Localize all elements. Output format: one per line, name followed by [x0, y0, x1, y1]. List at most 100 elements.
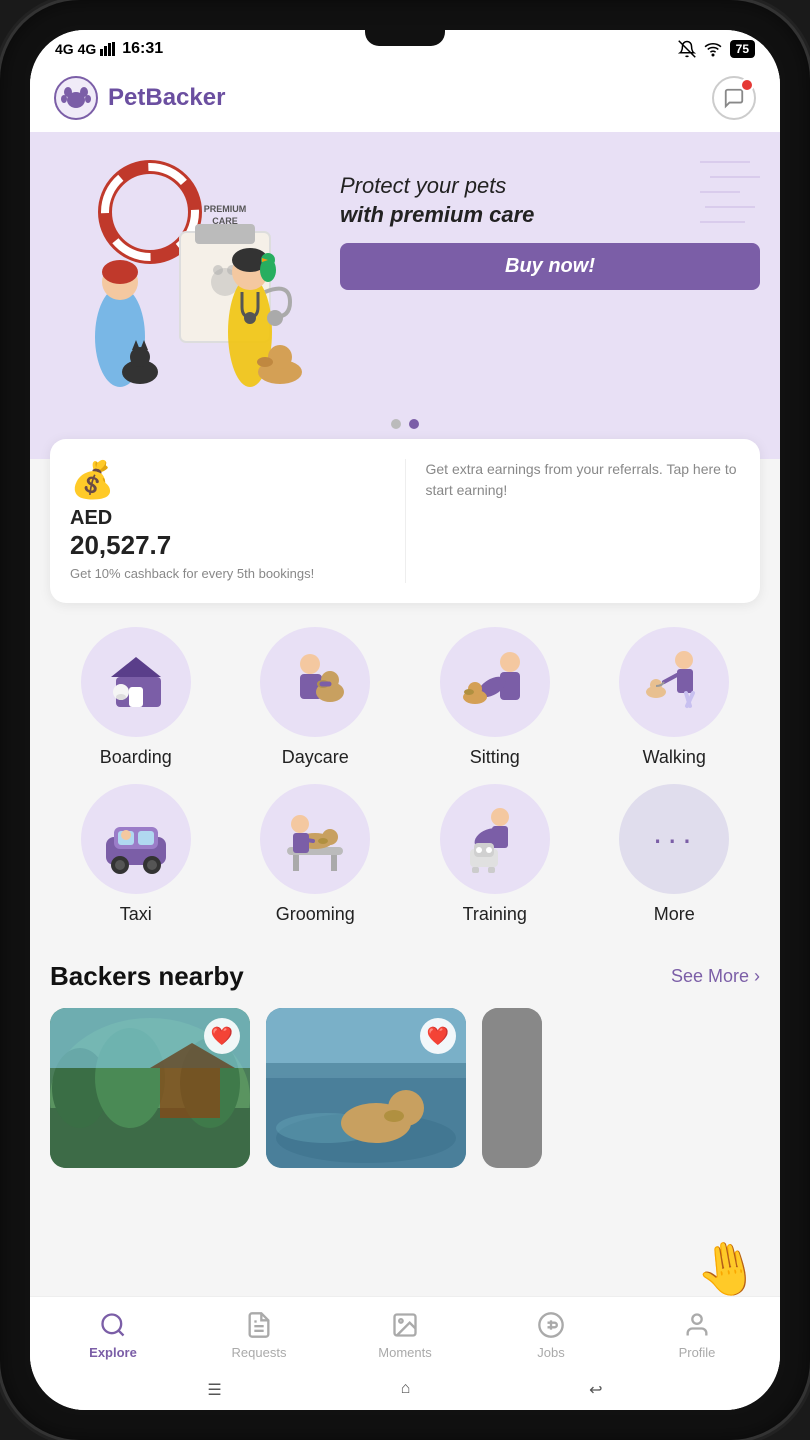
nav-requests[interactable]: Requests: [224, 1309, 294, 1360]
grooming-icon-circle: [260, 784, 370, 894]
services-row-1: Boarding: [46, 627, 764, 768]
sitting-icon-circle: [440, 627, 550, 737]
deco-lines: [700, 152, 760, 232]
home-ind-home: ⌂: [401, 1380, 411, 1400]
clipboard-icon: [245, 1311, 273, 1339]
service-more[interactable]: ··· More: [604, 784, 744, 925]
walking-icon-circle: [619, 627, 729, 737]
taxi-label: Taxi: [120, 904, 152, 925]
more-icon-circle: ···: [619, 784, 729, 894]
home-ind-back: ↩: [589, 1380, 602, 1400]
moments-icon: [389, 1309, 421, 1341]
service-taxi[interactable]: Taxi: [66, 784, 206, 925]
home-indicator: ☰ ⌂ ↩: [30, 1370, 780, 1410]
boarding-label: Boarding: [100, 747, 172, 768]
notification-icon: [678, 40, 696, 58]
network-label: 4G 4G: [55, 41, 96, 57]
see-more-link[interactable]: See More ›: [671, 966, 760, 987]
nav-explore[interactable]: Explore: [78, 1309, 148, 1360]
wifi-icon: [704, 40, 722, 58]
requests-label: Requests: [232, 1345, 287, 1360]
dollar-circle-icon: [537, 1311, 565, 1339]
taxi-illustration: [96, 799, 176, 879]
walking-label: Walking: [643, 747, 706, 768]
profile-icon: [681, 1309, 713, 1341]
backer-card-3[interactable]: [482, 1008, 542, 1168]
sitting-label: Sitting: [470, 747, 520, 768]
user-icon: [683, 1311, 711, 1339]
earnings-currency: AED: [70, 507, 385, 530]
jobs-icon: [535, 1309, 567, 1341]
app-header: PetBacker: [30, 64, 780, 132]
backer-1-heart[interactable]: ❤️: [204, 1018, 240, 1054]
logo-icon: [54, 76, 98, 120]
nav-jobs[interactable]: Jobs: [516, 1309, 586, 1360]
search-icon: [99, 1311, 127, 1339]
banner-illustration: PREMIUM CARE: [50, 152, 330, 407]
training-icon-circle: [440, 784, 550, 894]
backers-nearby-section: Backers nearby See More ›: [30, 951, 780, 1178]
service-training[interactable]: Training: [425, 784, 565, 925]
earnings-card[interactable]: 💰 AED 20,527.7 Get 10% cashback for ever…: [50, 439, 760, 603]
earnings-cashback-note: Get 10% cashback for every 5th bookings!: [70, 565, 385, 583]
profile-label: Profile: [679, 1345, 716, 1360]
dot-2[interactable]: [409, 419, 419, 429]
earnings-right[interactable]: Get extra earnings from your referrals. …: [406, 459, 741, 583]
logo-text: PetBacker: [108, 84, 225, 112]
money-icon: 💰: [70, 459, 385, 501]
bottom-nav: Explore Requests: [30, 1296, 780, 1370]
service-boarding[interactable]: Boarding: [66, 627, 206, 768]
sitting-illustration: [455, 642, 535, 722]
moments-label: Moments: [378, 1345, 431, 1360]
banner-dots: [50, 419, 760, 429]
daycare-illustration: [275, 642, 355, 722]
promo-banner[interactable]: PREMIUM CARE: [30, 132, 780, 459]
boarding-illustration: [96, 642, 176, 722]
training-label: Training: [463, 904, 527, 925]
service-walking[interactable]: Walking: [604, 627, 744, 768]
jobs-label: Jobs: [537, 1345, 564, 1360]
more-dots-icon: ···: [652, 821, 696, 858]
grooming-illustration: [275, 799, 355, 879]
service-sitting[interactable]: Sitting: [425, 627, 565, 768]
status-signal: 4G 4G 16:31: [55, 40, 163, 58]
status-right: 75: [678, 40, 755, 58]
svg-text:PREMIUM: PREMIUM: [204, 204, 247, 214]
banner-title: Protect your pets with premium care: [340, 172, 760, 229]
grooming-label: Grooming: [276, 904, 355, 925]
backer-card-1[interactable]: ❤️: [50, 1008, 250, 1168]
boarding-icon-circle: [81, 627, 191, 737]
nav-moments[interactable]: Moments: [370, 1309, 440, 1360]
earnings-left: 💰 AED 20,527.7 Get 10% cashback for ever…: [70, 459, 406, 583]
service-grooming[interactable]: Grooming: [245, 784, 385, 925]
daycare-label: Daycare: [282, 747, 349, 768]
services-row-2: Taxi: [46, 784, 764, 925]
services-section: Boarding: [30, 603, 780, 951]
walking-illustration: [634, 642, 714, 722]
nearby-title: Backers nearby: [50, 961, 244, 992]
chat-notification-dot: [740, 78, 754, 92]
scroll-content[interactable]: PREMIUM CARE: [30, 132, 780, 1296]
requests-icon: [243, 1309, 275, 1341]
service-daycare[interactable]: Daycare: [245, 627, 385, 768]
more-label: More: [654, 904, 695, 925]
buy-now-button[interactable]: Buy now!: [340, 243, 760, 290]
home-ind-lines: ☰: [207, 1380, 221, 1400]
daycare-icon-circle: [260, 627, 370, 737]
earnings-amount: 20,527.7: [70, 530, 385, 561]
dot-1[interactable]: [391, 419, 401, 429]
taxi-icon-circle: [81, 784, 191, 894]
banner-content: PREMIUM CARE: [50, 152, 760, 407]
chat-button[interactable]: [712, 76, 756, 120]
explore-icon: [97, 1309, 129, 1341]
explore-label: Explore: [89, 1345, 137, 1360]
backer-card-2[interactable]: ❤️: [266, 1008, 466, 1168]
nearby-header: Backers nearby See More ›: [50, 961, 760, 992]
time-label: 16:31: [122, 40, 163, 58]
nav-profile[interactable]: Profile: [662, 1309, 732, 1360]
earnings-referral-text: Get extra earnings from your referrals. …: [426, 459, 741, 501]
banner-text-area: Protect your pets with premium care Buy …: [330, 152, 760, 290]
svg-text:CARE: CARE: [212, 216, 238, 226]
battery-indicator: 75: [730, 40, 755, 58]
backer-2-heart[interactable]: ❤️: [420, 1018, 456, 1054]
